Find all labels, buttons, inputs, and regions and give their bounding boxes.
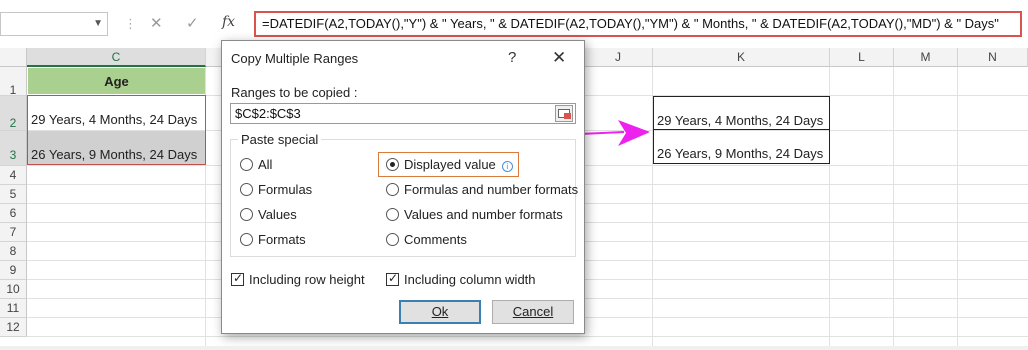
checkbox-column-width[interactable]: Including column width <box>386 271 536 287</box>
cell-k2[interactable]: 29 Years, 4 Months, 24 Days <box>653 96 830 130</box>
radio-formulas-number-formats[interactable]: Formulas and number formats <box>386 182 578 197</box>
radio-circle[interactable] <box>240 233 253 246</box>
column-header-j[interactable]: J <box>584 48 653 67</box>
radio-circle[interactable] <box>386 208 399 221</box>
dialog-title: Copy Multiple Ranges <box>231 51 359 66</box>
formula-bar-separator: ⋮ <box>124 16 137 31</box>
radio-formats-label: Formats <box>258 232 306 247</box>
radio-comments[interactable]: Comments <box>386 232 467 247</box>
close-icon[interactable]: ✕ <box>552 48 566 68</box>
radio-all-label: All <box>258 157 273 172</box>
column-header-m[interactable]: M <box>894 48 958 67</box>
radio-circle[interactable] <box>386 183 399 196</box>
column-header-c[interactable]: C <box>27 48 206 67</box>
row-header-9[interactable]: 9 <box>0 261 27 280</box>
cell-c1-header[interactable]: Age <box>28 68 205 95</box>
radio-formats[interactable]: Formats <box>240 232 306 247</box>
ranges-input[interactable] <box>230 103 576 124</box>
cancel-button[interactable]: Cancel <box>492 300 574 324</box>
column-header-n[interactable]: N <box>958 48 1028 67</box>
checkbox-row-height-label: Including row height <box>249 272 365 287</box>
radio-circle[interactable] <box>386 233 399 246</box>
formula-input[interactable]: =DATEDIF(A2,TODAY(),"Y") & " Years, " & … <box>254 11 1022 37</box>
gridline <box>957 67 958 350</box>
cell-k3[interactable]: 26 Years, 9 Months, 24 Days <box>653 129 830 164</box>
radio-all[interactable]: All <box>240 157 272 172</box>
paste-special-label: Paste special <box>238 132 322 147</box>
range-select-icon[interactable] <box>555 105 573 122</box>
radio-circle-selected[interactable] <box>386 158 399 171</box>
radio-values[interactable]: Values <box>240 207 297 222</box>
ok-button[interactable]: Ok <box>399 300 481 324</box>
copy-multiple-ranges-dialog: Copy Multiple Ranges ? ✕ Ranges to be co… <box>221 40 585 334</box>
gridline <box>27 336 1028 337</box>
radio-circle[interactable] <box>240 208 253 221</box>
row-header-10[interactable]: 10 <box>0 280 27 299</box>
selection-border <box>27 95 206 165</box>
row-header-5[interactable]: 5 <box>0 185 27 204</box>
radio-displayed-value-label: Displayed value <box>404 157 496 172</box>
column-header-k[interactable]: K <box>653 48 830 67</box>
column-header-l[interactable]: L <box>830 48 894 67</box>
insert-function-icon[interactable]: fx <box>222 14 235 30</box>
ranges-label: Ranges to be copied : <box>231 85 358 100</box>
sheet-bottom-edge <box>0 346 1028 350</box>
enter-formula-icon[interactable]: ✓ <box>186 14 199 32</box>
radio-circle[interactable] <box>240 158 253 171</box>
chevron-down-icon[interactable]: ▼ <box>93 18 103 29</box>
info-icon[interactable]: i <box>501 161 513 172</box>
help-icon[interactable]: ? <box>508 49 516 66</box>
radio-values-label: Values <box>258 207 297 222</box>
row-header-7[interactable]: 7 <box>0 223 27 242</box>
cancel-button-label: Cancel <box>512 304 554 319</box>
checkbox-checked[interactable] <box>231 271 244 286</box>
name-box[interactable]: ▼ <box>0 12 108 36</box>
radio-circle[interactable] <box>240 183 253 196</box>
row-header-1[interactable]: 1 <box>0 67 27 97</box>
row-header-3[interactable]: 3 <box>0 131 27 166</box>
checkbox-row-height[interactable]: Including row height <box>231 271 365 287</box>
checkbox-column-width-label: Including column width <box>404 272 536 287</box>
row-header-6[interactable]: 6 <box>0 204 27 223</box>
cancel-formula-icon[interactable]: ✕ <box>150 14 163 32</box>
select-all-corner[interactable] <box>0 48 27 67</box>
radio-comments-label: Comments <box>404 232 467 247</box>
radio-values-number-formats-label: Values and number formats <box>404 207 563 222</box>
formula-bar: ▼ ⋮ ✕ ✓ fx =DATEDIF(A2,TODAY(),"Y") & " … <box>0 0 1028 44</box>
row-header-4[interactable]: 4 <box>0 166 27 185</box>
radio-values-number-formats[interactable]: Values and number formats <box>386 207 563 222</box>
row-header-11[interactable]: 11 <box>0 299 27 318</box>
checkbox-checked[interactable] <box>386 271 399 286</box>
radio-formulas-label: Formulas <box>258 182 313 197</box>
ok-button-label: Ok <box>431 304 449 319</box>
radio-displayed-value[interactable]: Displayed value i <box>386 157 513 172</box>
gridline <box>893 67 894 350</box>
row-header-2[interactable]: 2 <box>0 96 27 131</box>
row-header-8[interactable]: 8 <box>0 242 27 261</box>
row-header-12[interactable]: 12 <box>0 318 27 337</box>
radio-formulas[interactable]: Formulas <box>240 182 312 197</box>
radio-formulas-number-formats-label: Formulas and number formats <box>404 182 579 197</box>
